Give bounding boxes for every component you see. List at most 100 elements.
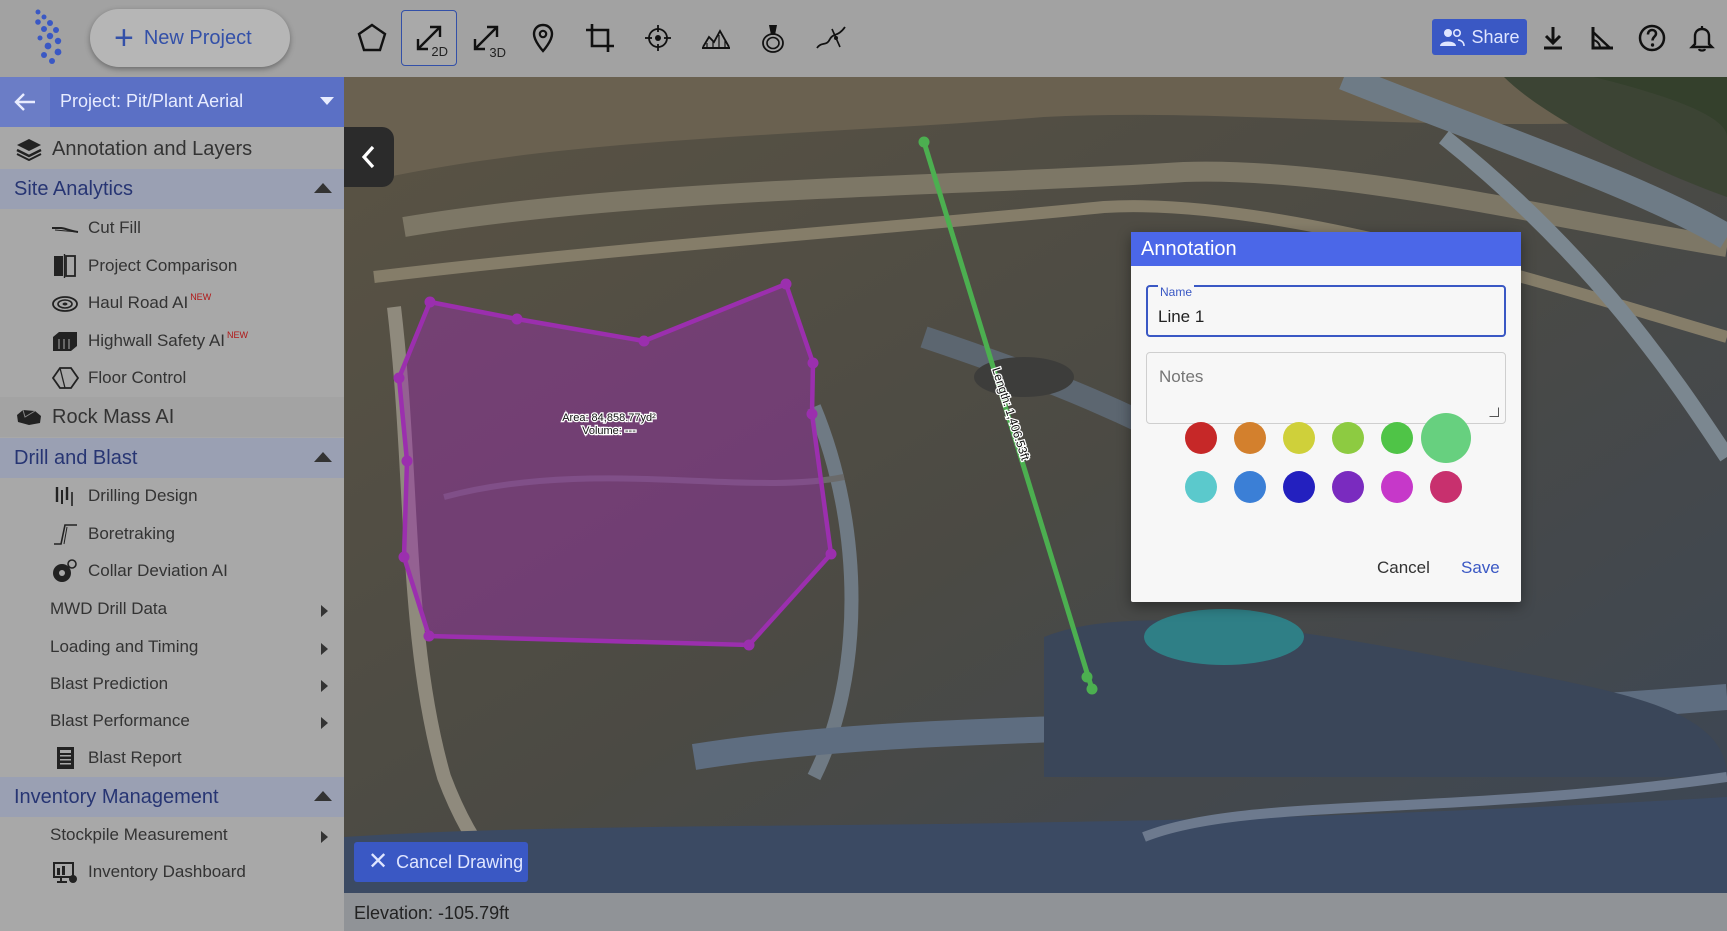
measure-2d-sub-label: 2D: [431, 44, 448, 59]
sidebar: Project: Pit/Plant Aerial Annotation and…: [0, 77, 344, 931]
sidebar-item-stockpile-measurement[interactable]: Stockpile Measurement: [0, 818, 344, 852]
notes-input[interactable]: [1159, 367, 1489, 413]
sidebar-item-mwd-drill-data[interactable]: MWD Drill Data: [0, 592, 344, 626]
drill-hole-tool-button[interactable]: [745, 10, 801, 66]
app-logo-icon[interactable]: [30, 8, 70, 68]
project-selector[interactable]: Project: Pit/Plant Aerial: [0, 77, 344, 127]
color-swatch[interactable]: [1234, 422, 1266, 454]
crosshair-icon: [645, 25, 671, 51]
marker-tool-button[interactable]: [515, 10, 571, 66]
chevron-up-icon[interactable]: [314, 452, 332, 462]
elevation-status-bar: Elevation: -105.79ft: [344, 893, 1727, 931]
save-button[interactable]: Save: [1461, 558, 1500, 578]
map-pin-icon: [532, 23, 554, 53]
sidebar-item-annotation-layers[interactable]: Annotation and Layers: [0, 130, 344, 168]
elevation-readout: Elevation: -105.79ft: [354, 903, 510, 923]
chevron-up-icon[interactable]: [314, 791, 332, 801]
section-inventory-management[interactable]: Inventory Management: [0, 777, 344, 817]
survey-line-tool-button[interactable]: [803, 10, 859, 66]
chevron-right-icon: [321, 643, 328, 655]
annotation-polygon[interactable]: [396, 281, 834, 648]
collapse-sidebar-button[interactable]: [344, 127, 394, 187]
line-mid-vertex[interactable]: [1081, 671, 1093, 683]
cut-fill-icon: [50, 215, 80, 241]
volume-label: Volume: ---: [582, 425, 636, 437]
color-swatch[interactable]: [1234, 471, 1266, 503]
section-drill-blast[interactable]: Drill and Blast: [0, 438, 344, 478]
sidebar-item-label: Collar Deviation AI: [88, 561, 228, 580]
sidebar-item-drilling-design[interactable]: Drilling Design: [0, 479, 344, 513]
color-swatch[interactable]: [1430, 471, 1462, 503]
sidebar-item-boretraking[interactable]: Boretraking: [0, 517, 344, 551]
cancel-button[interactable]: Cancel: [1377, 558, 1430, 578]
cancel-drawing-label: Cancel Drawing: [396, 851, 524, 872]
area-label: Area: 84,858.77yd²: [562, 412, 656, 424]
color-swatch[interactable]: [1185, 471, 1217, 503]
angle-measure-icon[interactable]: [1586, 22, 1618, 54]
sidebar-item-haul-road-ai[interactable]: Haul Road AI NEW: [0, 286, 344, 320]
line-start-vertex[interactable]: [918, 136, 930, 148]
floor-control-icon: [50, 365, 80, 391]
crop-icon: [586, 24, 614, 52]
sidebar-item-label: Loading and Timing: [50, 637, 199, 656]
measure-3d-tool-button[interactable]: 3D: [458, 10, 514, 66]
sidebar-item-inventory-dashboard[interactable]: Inventory Dashboard: [0, 855, 344, 889]
crop-tool-button[interactable]: [572, 10, 628, 66]
sidebar-item-blast-prediction[interactable]: Blast Prediction: [0, 667, 344, 701]
plus-icon: +: [114, 19, 134, 57]
sidebar-item-project-comparison[interactable]: Project Comparison: [0, 249, 344, 283]
color-swatch[interactable]: [1283, 422, 1315, 454]
chevron-right-icon: [321, 605, 328, 617]
color-swatch[interactable]: [1381, 471, 1413, 503]
color-swatch[interactable]: [1185, 422, 1217, 454]
color-swatch[interactable]: [1332, 422, 1364, 454]
chevron-left-icon: [361, 145, 375, 169]
arrow-left-icon: [14, 93, 35, 111]
sidebar-item-rock-mass-ai[interactable]: Rock Mass AI: [0, 397, 344, 437]
cancel-drawing-button[interactable]: ✕ Cancel Drawing: [354, 842, 528, 882]
boretrack-icon: [50, 521, 80, 547]
target-tool-button[interactable]: [630, 10, 686, 66]
sidebar-item-collar-deviation-ai[interactable]: Collar Deviation AI: [0, 554, 344, 588]
highwall-label: Highwall Safety AI: [88, 331, 226, 350]
color-swatch[interactable]: [1283, 471, 1315, 503]
sidebar-item-blast-performance[interactable]: Blast Performance: [0, 704, 344, 738]
polygon-tool-button[interactable]: [344, 10, 400, 66]
sidebar-item-label: Drilling Design: [88, 486, 198, 505]
sidebar-item-cut-fill[interactable]: Cut Fill: [0, 211, 344, 245]
new-project-button[interactable]: + New Project: [90, 9, 290, 67]
name-input[interactable]: [1158, 307, 1488, 327]
section-site-analytics[interactable]: Site Analytics: [0, 169, 344, 209]
sidebar-item-loading-timing[interactable]: Loading and Timing: [0, 630, 344, 664]
section-title: Drill and Blast: [14, 447, 138, 469]
sidebar-item-blast-report[interactable]: Blast Report: [0, 741, 344, 775]
chevron-up-icon[interactable]: [314, 183, 332, 193]
terrain-profile-tool-button[interactable]: [688, 10, 744, 66]
resize-handle-icon[interactable]: [1489, 407, 1499, 417]
drilling-design-icon: [50, 483, 80, 509]
dashboard-icon: [50, 859, 80, 885]
compare-icon: [50, 253, 80, 279]
sidebar-item-highwall-safety-ai[interactable]: Highwall Safety AI NEW: [0, 324, 344, 358]
help-icon[interactable]: [1636, 22, 1668, 54]
polygon-icon: [357, 23, 387, 52]
download-icon[interactable]: [1537, 22, 1569, 54]
color-swatch[interactable]: [1332, 471, 1364, 503]
color-swatch-selected[interactable]: [1421, 413, 1471, 463]
bell-icon[interactable]: [1686, 22, 1718, 54]
measure-2d-tool-button[interactable]: 2D: [401, 10, 457, 66]
users-icon: [1440, 28, 1466, 47]
annotation-dialog: Annotation Name Cancel Save: [1131, 232, 1521, 602]
sidebar-item-floor-control[interactable]: Floor Control: [0, 361, 344, 395]
sidebar-item-label: Rock Mass AI: [52, 405, 175, 428]
sidebar-item-label: Blast Performance: [50, 711, 190, 730]
name-field[interactable]: Name: [1146, 285, 1506, 337]
color-swatch[interactable]: [1381, 422, 1413, 454]
rock-icon: [14, 404, 44, 430]
line-end-vertex[interactable]: [1086, 683, 1098, 695]
section-title: Inventory Management: [14, 786, 219, 808]
new-project-label: New Project: [143, 26, 252, 49]
back-button[interactable]: [0, 77, 50, 127]
chevron-right-icon: [321, 831, 328, 843]
share-button[interactable]: Share: [1432, 19, 1527, 55]
